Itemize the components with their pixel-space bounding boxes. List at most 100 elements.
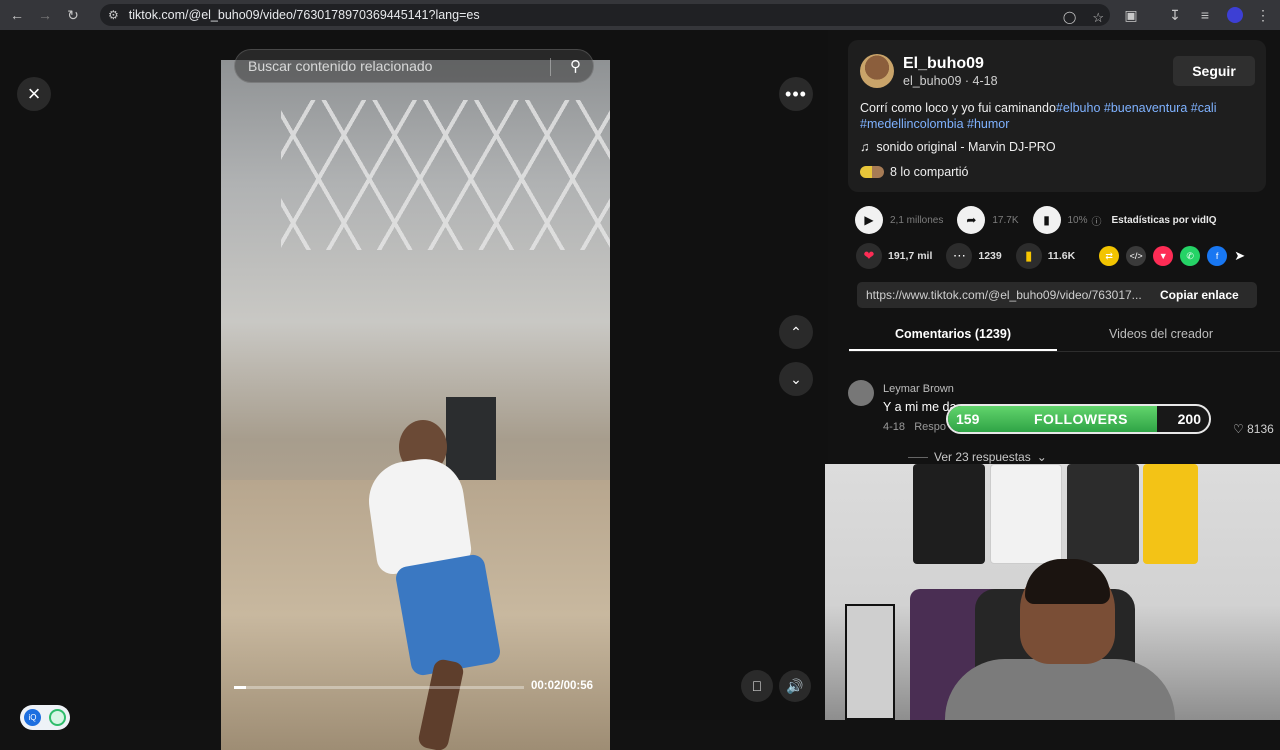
play-icon[interactable]: ▶ (855, 206, 883, 234)
shared-by: 8 lo compartió (860, 165, 969, 179)
commenter-avatar[interactable] (848, 380, 874, 406)
comment-meta: 4-18 Respo (883, 421, 946, 433)
repost-icon[interactable]: ⇄ (1099, 246, 1120, 266)
url-text[interactable]: tiktok.com/@el_buho09/video/763017897036… (129, 8, 480, 22)
previous-video-icon[interactable]: ⌃ (779, 315, 813, 349)
engagement-row: ❤ 191,7 mil ⋯ 1239 ▮ 11.6K ⇄ </> ▼ ✆ f ➤ (856, 242, 1261, 270)
site-settings-icon[interactable]: ⚙ (108, 8, 119, 22)
more-share-icon[interactable]: ➤ (1234, 248, 1245, 264)
streamer-body (945, 659, 1175, 720)
followers-current: 159 (956, 411, 980, 427)
related-search-input[interactable] (248, 58, 548, 74)
copy-link-box: https://www.tiktok.com/@el_buho09/video/… (857, 282, 1257, 308)
hashtags-line2[interactable]: #medellincolombia #humor (860, 117, 1009, 131)
music-title[interactable]: sonido original - Marvin DJ-PRO (876, 140, 1055, 154)
streamer-webcam (825, 464, 1280, 720)
shared-by-text: 8 lo compartió (890, 165, 969, 179)
chevron-down-icon: ⌄ (1036, 450, 1047, 464)
comments-count: 1239 (978, 250, 1002, 262)
tab-comments[interactable]: Comentarios (1239) (849, 320, 1057, 351)
views-count: 2,1 millones (890, 214, 944, 226)
video-timecode: 00:02/00:56 (531, 680, 594, 692)
music-link[interactable]: ♫ sonido original - Marvin DJ-PRO (860, 140, 1056, 154)
bar-chart-icon[interactable]: ▮ (1032, 206, 1061, 234)
followers-goal-bar: 159 FOLLOWERS 200 (946, 404, 1211, 434)
forward-arrow-icon[interactable]: → (34, 4, 56, 26)
floating-player-icon[interactable]: ⎕ (741, 670, 773, 702)
video-progress-bar[interactable] (234, 686, 524, 689)
engagement-rate: 10% (1067, 214, 1088, 226)
likes-count: 191,7 mil (888, 250, 933, 262)
extensions-icon[interactable]: ▣ (1120, 4, 1142, 26)
send-icon[interactable]: ▼ (1153, 246, 1174, 266)
download-icon[interactable]: ↧ (1164, 4, 1186, 26)
reply-button[interactable]: Respo (914, 421, 946, 433)
vidiq-stats-row: ▶ 2,1 millones ➦ 17.7K ▮ 10% ⓘ Estadísti… (855, 206, 1260, 234)
view-replies-button[interactable]: Ver 23 respuestas ⌄ (908, 450, 1047, 464)
translate-icon[interactable]: ◯ (1063, 10, 1076, 26)
share-arrow-icon[interactable]: ➦ (957, 206, 986, 234)
back-arrow-icon[interactable]: ← (6, 4, 28, 26)
share-count-stat: 17.7K (992, 214, 1019, 226)
whatsapp-icon[interactable]: ✆ (1180, 246, 1201, 266)
search-icon[interactable]: ⚲ (570, 57, 581, 75)
ceiling-truss (281, 100, 610, 250)
video-player[interactable] (221, 60, 610, 750)
keyboard (845, 604, 895, 720)
music-note-icon: ♫ (860, 140, 870, 154)
bookmark-icon[interactable]: ▮ (1015, 243, 1042, 269)
comment-like-count: 8136 (1247, 422, 1274, 436)
reload-icon[interactable]: ↻ (62, 4, 84, 26)
bookmark-star-icon[interactable]: ☆ (1092, 10, 1104, 26)
video-progress-fill (234, 686, 246, 689)
media-control-icon[interactable]: ≡ (1194, 4, 1216, 26)
video-stage: × ••• ⌃ ⌄ iQ (0, 30, 828, 750)
profile-icon[interactable] (1224, 4, 1246, 26)
white-jersey (990, 464, 1062, 564)
tab-creator-videos[interactable]: Videos del creador (1057, 320, 1265, 351)
streamer-hair (1025, 559, 1110, 604)
saves-count: 11.6K (1047, 250, 1076, 262)
vidiq-stats-label[interactable]: Estadísticas por vidIQ (1112, 215, 1217, 226)
dark-jersey (1067, 464, 1139, 564)
vidiq-logo-icon: iQ (24, 709, 41, 726)
author-name[interactable]: El_buho09 (903, 55, 984, 73)
more-options-icon[interactable]: ••• (779, 77, 813, 111)
menu-icon[interactable]: ⋮ (1252, 4, 1274, 26)
view-replies-text[interactable]: Ver 23 respuestas (934, 450, 1031, 464)
follow-button[interactable]: Seguir (1173, 56, 1255, 86)
followers-label: FOLLOWERS (1034, 411, 1128, 427)
black-jersey (913, 464, 985, 564)
sharer-avatars (860, 166, 884, 178)
comment-likes[interactable]: ♡ 8136 (1233, 422, 1274, 436)
yellow-jersey (1143, 464, 1198, 564)
vidiq-toggle[interactable]: iQ (20, 705, 70, 730)
volume-icon[interactable]: 🔊 (779, 670, 811, 702)
panel-tabs: Comentarios (1239) Videos del creador (849, 320, 1280, 352)
copy-link-button[interactable]: Copiar enlace (1160, 288, 1239, 302)
hashtags-line1[interactable]: #elbuho #buenaventura #cali (1056, 101, 1217, 115)
search-divider (550, 58, 551, 76)
followers-goal: 200 (1177, 411, 1201, 427)
facebook-icon[interactable]: f (1207, 246, 1228, 266)
author-handle-date: el_buho09 · 4-18 (903, 74, 998, 88)
heart-outline-icon: ♡ (1233, 422, 1244, 436)
author-avatar[interactable] (860, 54, 894, 88)
embed-icon[interactable]: </> (1126, 246, 1147, 266)
commenter-name[interactable]: Leymar Brown (883, 383, 954, 395)
replies-divider (908, 456, 928, 458)
address-bar[interactable]: ⚙ tiktok.com/@el_buho09/video/7630178970… (100, 4, 1110, 26)
next-video-icon[interactable]: ⌄ (779, 362, 813, 396)
description-text: Corrí como loco y yo fui caminando (860, 101, 1056, 115)
heart-icon[interactable]: ❤ (856, 243, 882, 269)
video-link[interactable]: https://www.tiktok.com/@el_buho09/video/… (866, 288, 1154, 302)
dancer-shorts (394, 553, 502, 677)
post-description: Corrí como loco y yo fui caminando#elbuh… (860, 101, 1250, 132)
comment-text: Y a mi me da (883, 400, 957, 414)
browser-toolbar: ← → ↻ ⚙ tiktok.com/@el_buho09/video/7630… (0, 0, 1280, 30)
close-icon[interactable]: × (17, 77, 51, 111)
comment-icon[interactable]: ⋯ (946, 243, 973, 269)
related-search-box[interactable]: ⚲ (234, 49, 594, 83)
toggle-on-icon (49, 709, 66, 726)
info-icon[interactable]: ⓘ (1092, 213, 1102, 228)
